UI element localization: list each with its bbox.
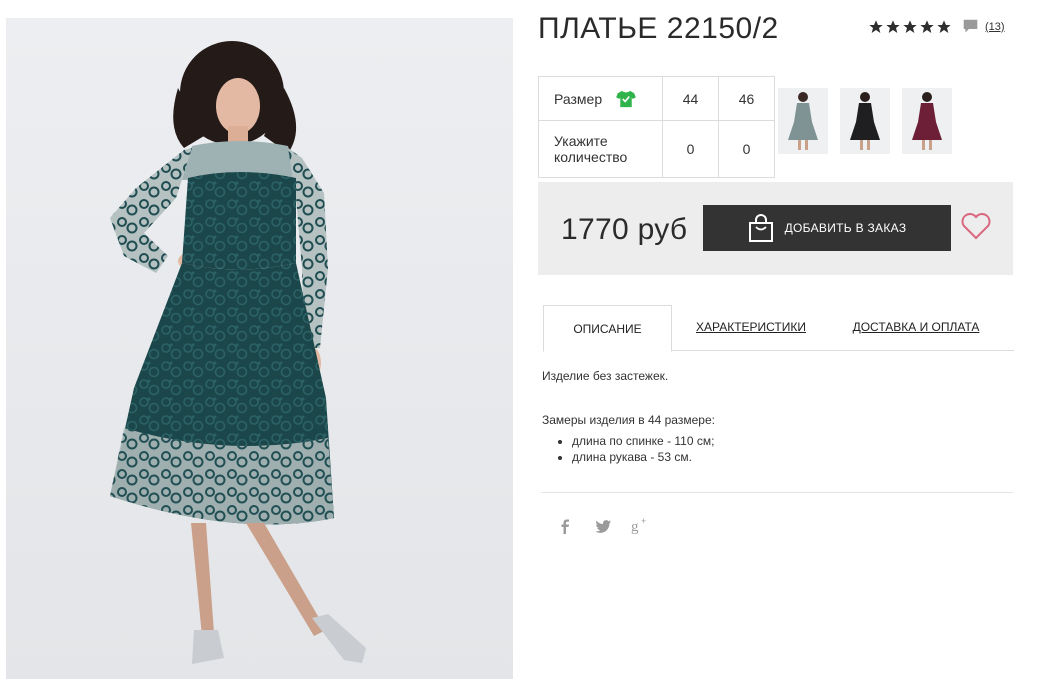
thumbnail-burgundy[interactable] [902, 88, 952, 154]
reviews-count-link[interactable]: (13) [985, 21, 1005, 33]
color-thumbnails [778, 88, 952, 154]
add-to-order-button[interactable]: ДОБАВИТЬ В ЗАКАЗ [703, 205, 951, 251]
size-46[interactable]: 46 [718, 76, 775, 121]
quantity-label-cell: Укажите количество [538, 120, 663, 178]
star-icon [937, 19, 951, 33]
social-share: g + [555, 516, 651, 536]
description-text: Изделие без застежек. [542, 369, 669, 383]
model-dress-illustration [110, 41, 366, 664]
quantity-input-44[interactable]: 0 [662, 120, 719, 178]
tab-characteristics[interactable]: ХАРАКТЕРИСТИКИ [691, 305, 811, 349]
divider [541, 492, 1013, 493]
tab-description[interactable]: ОПИСАНИЕ [543, 305, 672, 352]
size-row: Размер 44 46 [538, 76, 775, 121]
heart-icon[interactable] [961, 212, 991, 240]
add-to-order-label: ДОБАВИТЬ В ЗАКАЗ [784, 221, 907, 235]
measurement-item: длина рукава - 53 см. [572, 449, 715, 465]
measurements-title: Замеры изделия в 44 размере: [542, 413, 715, 427]
facebook-icon[interactable] [555, 516, 575, 536]
description-content: Изделие без застежек. Замеры изделия в 4… [542, 368, 715, 465]
size-44[interactable]: 44 [662, 76, 719, 121]
comment-icon[interactable] [962, 18, 979, 35]
thumbnail-black[interactable] [840, 88, 890, 154]
quantity-label-line1: Укажите [554, 133, 608, 149]
product-title: ПЛАТЬЕ 22150/2 [538, 12, 779, 45]
size-quantity-table: Размер 44 46 Укажите количество 0 0 [538, 76, 775, 178]
product-price: 1770 руб [561, 213, 688, 246]
size-label: Размер [554, 90, 603, 107]
google-plus-icon[interactable]: g + [631, 516, 651, 536]
twitter-icon[interactable] [593, 516, 613, 536]
svg-text:+: + [641, 516, 646, 526]
size-label-cell: Размер [538, 76, 663, 121]
star-icon [869, 19, 883, 33]
product-rating: (13) [868, 18, 1005, 35]
product-main-photo[interactable] [6, 18, 513, 679]
tshirt-size-chart-icon[interactable] [616, 90, 636, 108]
star-icon [920, 19, 934, 33]
shopping-bag-icon [748, 214, 773, 242]
svg-text:g: g [631, 519, 639, 535]
product-info-tabs: ОПИСАНИЕ ХАРАКТЕРИСТИКИ ДОСТАВКА И ОПЛАТ… [543, 305, 1014, 352]
measurements-list: длина по спинке - 110 см; длина рукава -… [542, 433, 715, 465]
quantity-input-46[interactable]: 0 [718, 120, 775, 178]
quantity-label-line2: количество [554, 149, 628, 165]
star-icon [903, 19, 917, 33]
measurement-item: длина по спинке - 110 см; [572, 433, 715, 449]
thumbnail-teal[interactable] [778, 88, 828, 154]
quantity-row: Укажите количество 0 0 [538, 120, 775, 178]
rating-stars [868, 19, 952, 35]
tab-delivery-payment[interactable]: ДОСТАВКА И ОПЛАТА [851, 305, 981, 349]
star-icon [886, 19, 900, 33]
price-panel: 1770 руб ДОБАВИТЬ В ЗАКАЗ [538, 182, 1013, 275]
